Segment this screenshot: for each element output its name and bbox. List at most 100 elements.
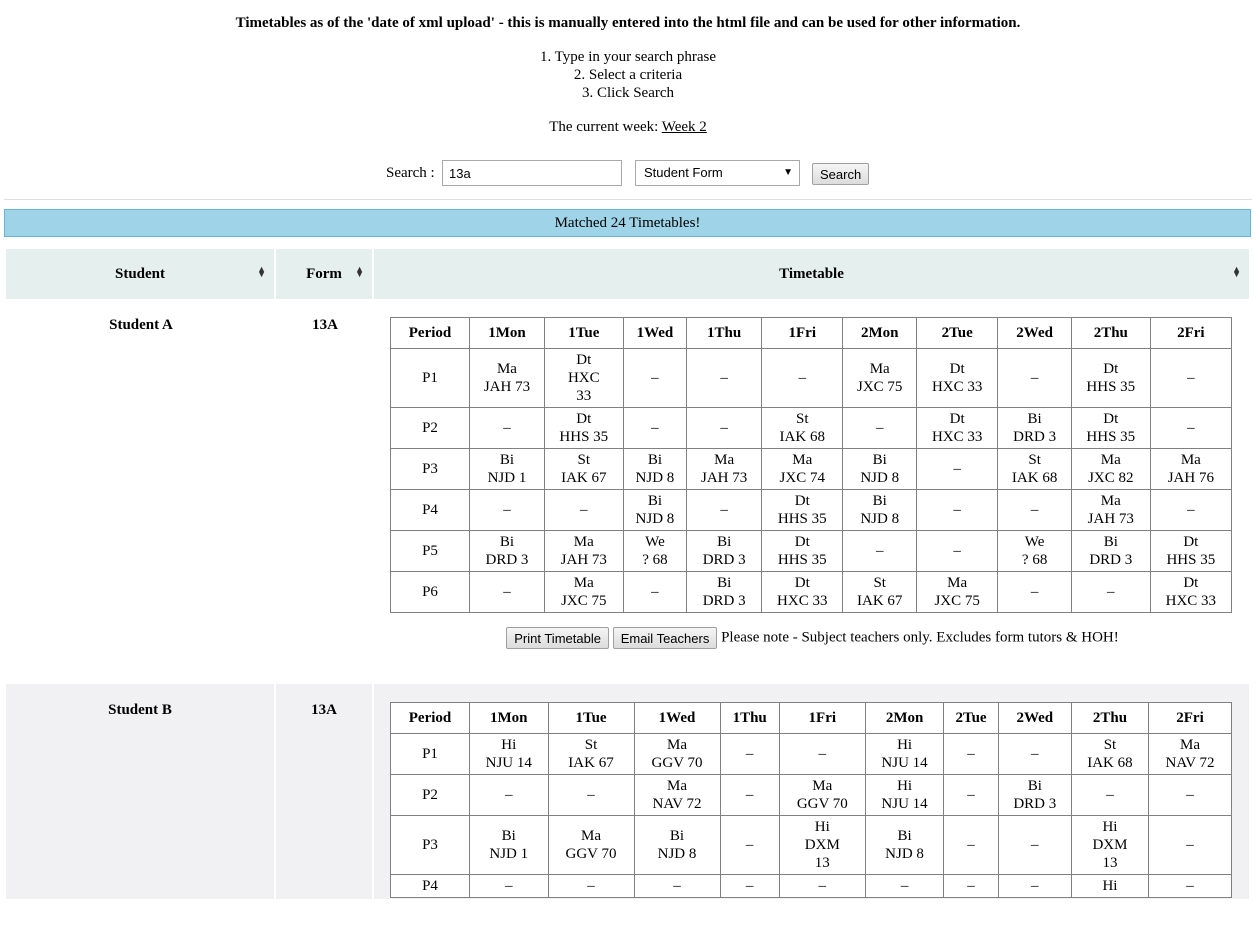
lesson-cell: Hi NJU 14 — [469, 733, 549, 775]
day-header: 2Wed — [997, 702, 1072, 734]
period-row: P3 Bi NJD 1 St IAK 67 Bi NJD 8 Ma JAH 73 Ma JXC 74… — [390, 448, 1233, 490]
lesson-cell: Bi DRD 3 — [686, 530, 763, 572]
current-week: The current week: Week 2 — [0, 118, 1256, 136]
lesson-cell: St IAK 67 — [543, 448, 624, 490]
period-header: Period — [390, 317, 470, 349]
lesson-cell: Ma GGV 70 — [633, 733, 721, 775]
lesson-cell: – — [622, 407, 688, 449]
timetable-cell: Period 1Mon 1Tue 1Wed 1Thu 1Fri 2Mon 2Tue 2Wed 2T… — [374, 299, 1251, 684]
lesson-cell: Bi NJD 1 — [469, 815, 549, 875]
lesson-cell: – — [719, 874, 780, 898]
lesson-cell: Bi DRD 3 — [997, 774, 1072, 816]
lesson-cell: – — [633, 874, 721, 898]
day-header: 2Fri — [1149, 317, 1233, 349]
lesson-cell: Ma JXC 82 — [1070, 448, 1151, 490]
email-teachers-button[interactable]: Email Teachers — [612, 627, 718, 649]
lesson-cell: Bi NJD 8 — [842, 489, 918, 531]
lesson-cell: Dt HHS 35 — [761, 530, 844, 572]
day-header: 2Mon — [864, 702, 945, 734]
lesson-cell: Bi NJD 8 — [864, 815, 945, 875]
day-header: 2Mon — [842, 317, 918, 349]
lesson-cell: We? 68 — [622, 530, 688, 572]
period-label: P1 — [390, 348, 470, 408]
lesson-cell: – — [864, 874, 945, 898]
lesson-cell: Hi DXM 13 — [1070, 815, 1150, 875]
lesson-cell: – — [686, 348, 763, 408]
lesson-cell: Ma JAH 73 — [469, 348, 545, 408]
lesson-cell: Ma NAV 72 — [1148, 733, 1232, 775]
lesson-cell: Dt HHS 35 — [1070, 407, 1151, 449]
lesson-cell: – — [469, 874, 549, 898]
lesson-cell: – — [719, 733, 780, 775]
period-label: P2 — [390, 774, 470, 816]
sort-icon[interactable]: ▲ ▼ — [257, 265, 266, 279]
teachers-note: Please note - Subject teachers only. Exc… — [721, 629, 1119, 646]
lesson-cell: – — [842, 407, 918, 449]
lesson-cell: Bi NJD 8 — [842, 448, 918, 490]
search-button[interactable]: Search — [812, 163, 870, 185]
day-header: 1Mon — [469, 317, 545, 349]
lesson-cell: – — [1070, 571, 1151, 613]
lesson-cell: – — [943, 774, 999, 816]
lesson-cell: Ma JXC 75 — [543, 571, 624, 613]
period-header: Period — [390, 702, 470, 734]
lesson-cell: – — [686, 407, 763, 449]
period-row: P2– – Ma NAV 72– Ma GGV 70 Hi NJU 14– Bi DRD 3– – — [390, 774, 1232, 816]
instructions: 1. Type in your search phrase 2. Select … — [0, 48, 1256, 102]
lesson-cell: – — [997, 815, 1072, 875]
column-header-timetable[interactable]: Timetable ▲ ▼ — [374, 249, 1251, 299]
period-label: P6 — [390, 571, 470, 613]
lesson-cell: Dt HHS 35 — [1149, 530, 1233, 572]
lesson-cell: – — [547, 874, 635, 898]
divider — [4, 199, 1252, 200]
current-week-link[interactable]: Week 2 — [662, 119, 707, 135]
criteria-selected-value: Student Form — [644, 165, 723, 180]
sort-icon[interactable]: ▲ ▼ — [1232, 265, 1241, 279]
lesson-cell: Hi NJU 14 — [864, 733, 945, 775]
column-header-form[interactable]: Form ▲ ▼ — [276, 249, 374, 299]
print-timetable-button[interactable]: Print Timetable — [506, 627, 609, 649]
student-row: Student A 13A Period 1Mon 1Tue 1Wed 1Thu 1Fri 2M… — [6, 299, 1251, 684]
timetable-grid: Period 1Mon 1Tue 1Wed 1Thu 1Fri 2Mon 2Tue 2Wed 2T… — [390, 702, 1232, 898]
lesson-cell: – — [469, 489, 545, 531]
lesson-cell: Dt HXC 33 — [543, 348, 624, 408]
lesson-cell: Dt HXC 33 — [761, 571, 844, 613]
lesson-cell: Ma GGV 70 — [547, 815, 635, 875]
lesson-cell: – — [997, 733, 1072, 775]
lesson-cell: – — [916, 489, 999, 531]
lesson-cell: – — [943, 874, 999, 898]
day-header: 1Thu — [719, 702, 780, 734]
lesson-cell: – — [778, 733, 866, 775]
results-table: Student ▲ ▼ Form ▲ ▼ Timetable ▲ ▼ Student … — [6, 249, 1251, 899]
day-header: 1Wed — [622, 317, 688, 349]
lesson-cell: – — [1148, 874, 1232, 898]
timetable-actions: Print Timetable Email Teachers Please no… — [375, 627, 1250, 649]
instruction-step: 3. Click Search — [581, 85, 675, 101]
search-label: Search : — [386, 165, 435, 181]
lesson-cell: – — [469, 774, 549, 816]
criteria-select[interactable]: Student Form ▼ — [635, 160, 800, 186]
lesson-cell: Bi NJD 8 — [622, 448, 688, 490]
lesson-cell: – — [1070, 774, 1150, 816]
lesson-cell: Ma JAH 73 — [543, 530, 624, 572]
student-form: 13A — [312, 317, 338, 333]
search-bar: Search : Student Form ▼ Search — [0, 160, 1256, 190]
lesson-cell: Ma JXC 74 — [761, 448, 844, 490]
lesson-cell: St IAK 67 — [547, 733, 635, 775]
lesson-cell: Hi DXM 13 — [778, 815, 866, 875]
day-header: 2Thu — [1070, 702, 1150, 734]
timetable-grid: Period 1Mon 1Tue 1Wed 1Thu 1Fri 2Mon 2Tue 2Wed 2T… — [390, 317, 1233, 613]
matched-banner: Matched 24 Timetables! — [4, 209, 1251, 237]
lesson-cell: – — [943, 815, 999, 875]
day-header: 2Thu — [1070, 317, 1151, 349]
period-row: P2– Dt HHS 35– – St IAK 68– Dt HXC 33 Bi DRD 3 Dt H… — [390, 407, 1233, 449]
column-header-student[interactable]: Student ▲ ▼ — [6, 249, 276, 299]
student-form: 13A — [276, 684, 374, 899]
search-input[interactable] — [442, 160, 622, 186]
day-header: 1Fri — [761, 317, 844, 349]
sort-icon[interactable]: ▲ ▼ — [355, 265, 364, 279]
lesson-cell: Ma JAH 73 — [1070, 489, 1151, 531]
lesson-cell: – — [686, 489, 763, 531]
lesson-cell: Dt HXC 33 — [916, 348, 999, 408]
day-header: 2Tue — [943, 702, 999, 734]
